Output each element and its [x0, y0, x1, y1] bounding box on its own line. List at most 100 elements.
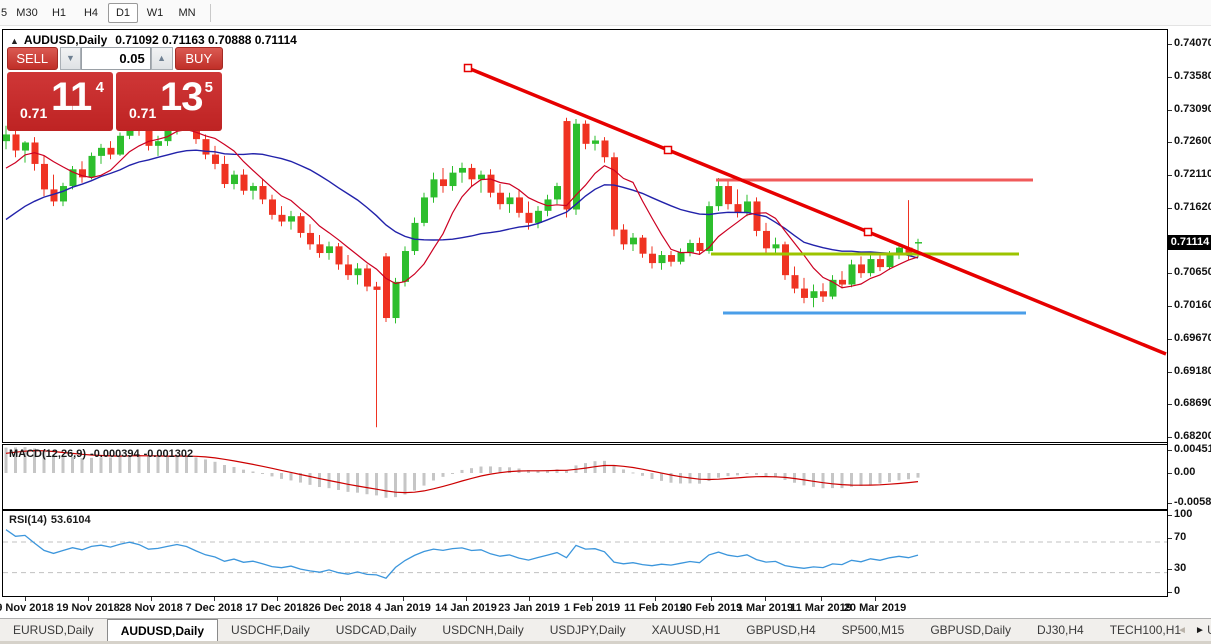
candle [107, 147, 115, 155]
chart-tab-XAUUSD-H1[interactable]: XAUUSD,H1 [639, 619, 734, 641]
candle [715, 186, 723, 207]
candle [145, 129, 153, 146]
macd-histogram-bar [897, 473, 901, 481]
toolbar-separator [210, 3, 211, 22]
chart-tab-AUDUSD-Daily[interactable]: AUDUSD,Daily [106, 619, 219, 641]
axis-tick [1168, 77, 1172, 78]
candle [383, 256, 390, 319]
chart-tab-EURUSD-Daily[interactable]: EURUSD,Daily [0, 619, 107, 641]
candle [231, 174, 238, 185]
buy-price-panel[interactable]: 0.71 13 5 [116, 72, 222, 131]
macd-histogram-bar [764, 473, 768, 477]
scroll-left-icon: ◄ [1177, 625, 1187, 636]
timeframe-button-M30[interactable]: M30 [12, 3, 42, 23]
chart-tab-DJ30-H4[interactable]: DJ30,H4 [1024, 619, 1097, 641]
timeframe-button-5[interactable]: 5 [0, 3, 10, 23]
date-tick [151, 597, 152, 601]
candle [525, 212, 533, 223]
macd-histogram-bar [213, 461, 217, 473]
candle [3, 134, 10, 142]
scroll-right-icon: ► [1195, 625, 1205, 636]
tab-scroll-left-button[interactable]: ◄ [1175, 619, 1189, 641]
timeframe-button-W1[interactable]: W1 [140, 3, 170, 23]
candle [373, 286, 381, 290]
candle [22, 142, 29, 151]
price-axis-label: 0.73580 [1174, 70, 1211, 82]
candle [440, 179, 447, 187]
up-triangle-icon: ▲ [157, 53, 167, 63]
timeframe-button-H1[interactable]: H1 [44, 3, 74, 23]
chart-tab-GBPUSD-Daily[interactable]: GBPUSD,Daily [917, 619, 1024, 641]
sell-button[interactable]: SELL [7, 47, 58, 70]
candle [782, 244, 789, 276]
price-axis-label: 0.70650 [1174, 266, 1211, 278]
trendline-marker[interactable] [863, 227, 873, 237]
descending-trendline[interactable] [467, 66, 1167, 356]
price-axis-label: 0.68200 [1174, 430, 1211, 442]
rsi-axis-label: 0 [1174, 585, 1181, 597]
macd-histogram-bar [641, 473, 644, 476]
rsi-panel[interactable]: RSI(14) 53.6104 [2, 510, 1167, 597]
chart-tab-SP500-M15[interactable]: SP500,M15 [829, 619, 918, 641]
chart-tab-USDCHF-Daily[interactable]: USDCHF,Daily [218, 619, 323, 641]
buy-button[interactable]: BUY [174, 47, 224, 70]
date-tick [875, 597, 876, 601]
macd-histogram-bar [717, 473, 720, 478]
candle [240, 174, 248, 191]
macd-panel[interactable]: MACD(12,26,9) -0.000394 -0.001302 [2, 444, 1167, 510]
tab-scroll-right-button[interactable]: ► [1193, 619, 1207, 641]
macd-histogram-bar [356, 473, 359, 493]
candle [592, 140, 599, 144]
candle [620, 229, 628, 245]
macd-histogram-bar [859, 473, 863, 487]
sell-price-panel[interactable]: 0.71 11 4 [7, 72, 113, 131]
volume-input[interactable]: 0.05 [81, 47, 151, 70]
timeframe-button-MN[interactable]: MN [172, 3, 202, 23]
chart-panel[interactable]: ▲ AUDUSD,Daily 0.71092 0.71163 0.70888 0.7… [2, 29, 1167, 443]
macd-histogram-bar [308, 473, 312, 485]
trendline-marker[interactable] [663, 145, 673, 155]
axis-tick [1168, 44, 1172, 45]
macd-histogram-bar [631, 472, 635, 474]
axis-tick [1168, 538, 1172, 539]
date-tick [277, 597, 278, 601]
timeframe-button-H4[interactable]: H4 [76, 3, 106, 23]
candle [839, 279, 846, 285]
collapse-triangle-icon[interactable]: ▲ [10, 36, 19, 46]
candle [744, 201, 751, 213]
chart-tab-USDJPY-Daily[interactable]: USDJPY,Daily [537, 619, 639, 641]
rsi-label: RSI(14) 53.6104 [9, 514, 91, 526]
chart-tab-USDCNH-Daily[interactable]: USDCNH,Daily [429, 619, 536, 641]
axis-tick [1168, 473, 1172, 474]
candle [630, 237, 637, 245]
axis-tick [1168, 437, 1172, 438]
volume-increase-button[interactable]: ▲ [150, 47, 173, 70]
macd-histogram-bar [204, 459, 207, 473]
macd-histogram-bar [289, 473, 293, 481]
chart-tab-USDCAD-Daily[interactable]: USDCAD,Daily [323, 619, 430, 641]
macd-histogram-bar [698, 473, 701, 484]
macd-histogram-bar [783, 473, 787, 480]
timeframe-button-D1[interactable]: D1 [108, 2, 138, 23]
date-label: 26 Dec 2018 [308, 602, 372, 614]
chart-tab-GBPUSD-H4[interactable]: GBPUSD,H4 [733, 619, 828, 641]
sell-price-big: 11 [51, 75, 92, 119]
macd-histogram-bar [403, 473, 407, 495]
macd-histogram-bar [270, 473, 274, 477]
date-label: 11 Feb 2019 [624, 602, 686, 614]
candle [307, 232, 314, 245]
candle [801, 288, 808, 298]
candle [867, 259, 875, 274]
macd-histogram-bar [821, 473, 825, 489]
chart-title: ▲ AUDUSD,Daily 0.71092 0.71163 0.70888 0.7… [10, 33, 297, 47]
date-tick [25, 597, 26, 601]
volume-decrease-button[interactable]: ▼ [59, 47, 82, 70]
macd-histogram-bar [261, 473, 264, 474]
macd-histogram-bar [251, 471, 255, 473]
macd-label: MACD(12,26,9) -0.000394 -0.001302 [9, 448, 194, 460]
buy-price-big: 13 [160, 75, 203, 119]
price-axis-label: 0.69670 [1174, 332, 1211, 344]
date-tick [821, 597, 822, 601]
price-axis: 0.71114 0.74070 0.73580 0.73090 0.72600 0.72… [1167, 29, 1211, 597]
trendline-marker[interactable] [463, 63, 473, 73]
